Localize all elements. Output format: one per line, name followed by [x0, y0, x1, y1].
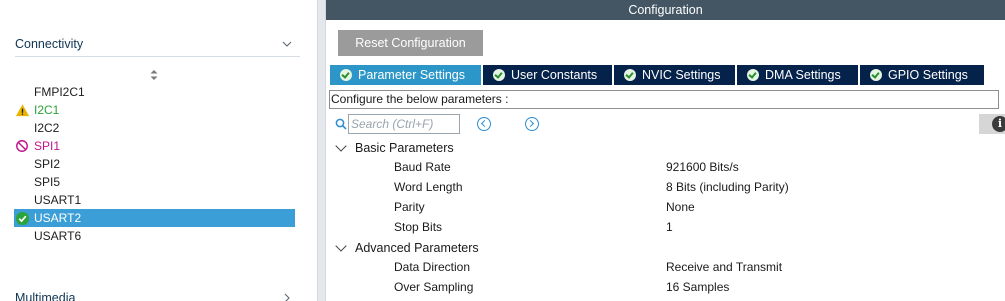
check-icon	[747, 69, 759, 81]
peripheral-tree-panel: Connectivity FMPI2C1 I2C1 I2C2 SPI1 SPI2…	[0, 0, 317, 301]
peripheral-label: USART6	[34, 229, 82, 243]
configuration-panel: Configuration Reset Configuration Parame…	[326, 0, 1005, 301]
configuration-title: Configuration	[326, 0, 1005, 20]
param-name: Stop Bits	[394, 220, 443, 234]
tab-label: GPIO Settings	[888, 68, 968, 82]
param-row-baud-rate[interactable]: Baud Rate 921600 Bits/s	[326, 158, 1005, 178]
tab-dma-settings[interactable]: DMA Settings	[737, 65, 860, 85]
peripheral-item-spi2[interactable]: SPI2	[14, 155, 295, 173]
peripheral-item-usart2[interactable]: USART2	[14, 209, 295, 227]
tab-user-constants[interactable]: User Constants	[483, 65, 614, 85]
param-name: Data Direction	[394, 260, 471, 274]
param-value: 16 Samples	[666, 280, 730, 294]
peripheral-label: I2C2	[34, 121, 60, 135]
tab-label: NVIC Settings	[642, 68, 721, 82]
param-value: 921600 Bits/s	[666, 160, 739, 174]
group-basic-parameters[interactable]: Basic Parameters	[334, 139, 454, 157]
settings-tab-bar: Parameter Settings User Constants NVIC S…	[330, 65, 984, 85]
peripheral-item-spi1[interactable]: SPI1	[14, 137, 295, 155]
param-row-stop-bits[interactable]: Stop Bits 1	[326, 218, 1005, 238]
tab-label: Parameter Settings	[358, 68, 465, 82]
previous-match-icon[interactable]	[477, 117, 491, 131]
chevron-down-icon	[335, 240, 347, 252]
panel-splitter[interactable]	[317, 0, 326, 301]
peripheral-item-i2c2[interactable]: I2C2	[14, 119, 295, 137]
chevron-down-icon	[282, 41, 292, 47]
param-name: Word Length	[394, 180, 463, 194]
check-circle-icon	[14, 210, 30, 226]
info-button[interactable]: i	[979, 114, 1005, 134]
check-icon	[870, 69, 882, 81]
reset-configuration-button[interactable]: Reset Configuration	[338, 30, 483, 56]
blocked-icon	[14, 138, 30, 154]
peripheral-item-usart1[interactable]: USART1	[14, 191, 295, 209]
warning-icon	[14, 102, 30, 118]
tab-gpio-settings[interactable]: GPIO Settings	[860, 65, 984, 85]
tab-parameter-settings[interactable]: Parameter Settings	[330, 65, 483, 85]
category-connectivity[interactable]: Connectivity	[15, 35, 300, 57]
param-value: None	[666, 200, 695, 214]
peripheral-item-fmpi2c1[interactable]: FMPI2C1	[14, 83, 295, 101]
check-icon	[624, 69, 636, 81]
peripheral-label: SPI2	[34, 157, 61, 171]
param-row-word-length[interactable]: Word Length 8 Bits (including Parity)	[326, 178, 1005, 198]
group-label: Advanced Parameters	[355, 241, 479, 255]
check-icon	[340, 69, 352, 81]
info-icon: i	[992, 116, 1005, 132]
info-message: Configure the below parameters :	[329, 90, 999, 109]
peripheral-label: USART2	[34, 211, 82, 225]
peripheral-label: SPI5	[34, 175, 61, 189]
sort-icon[interactable]	[149, 69, 159, 81]
tab-label: DMA Settings	[765, 68, 841, 82]
param-row-over-sampling[interactable]: Over Sampling 16 Samples	[326, 278, 1005, 298]
chevron-right-icon	[284, 293, 290, 301]
param-name: Baud Rate	[394, 160, 451, 174]
param-name: Parity	[394, 200, 425, 214]
chevron-down-icon	[335, 140, 347, 152]
search-input[interactable]	[348, 114, 460, 134]
check-icon	[493, 69, 505, 81]
group-advanced-parameters[interactable]: Advanced Parameters	[334, 239, 479, 257]
tab-label: User Constants	[511, 68, 598, 82]
next-match-icon[interactable]	[525, 117, 539, 131]
peripheral-label: SPI1	[34, 139, 61, 153]
peripheral-item-usart6[interactable]: USART6	[14, 227, 295, 245]
tab-nvic-settings[interactable]: NVIC Settings	[614, 65, 737, 85]
category-multimedia[interactable]: Multimedia	[15, 288, 300, 301]
peripheral-item-i2c1[interactable]: I2C1	[14, 101, 295, 119]
group-label: Basic Parameters	[355, 141, 454, 155]
category-multimedia-label: Multimedia	[15, 291, 76, 301]
peripheral-item-spi5[interactable]: SPI5	[14, 173, 295, 191]
param-row-data-direction[interactable]: Data Direction Receive and Transmit	[326, 258, 1005, 278]
param-row-parity[interactable]: Parity None	[326, 198, 1005, 218]
category-connectivity-label: Connectivity	[15, 36, 84, 51]
search-icon	[335, 118, 347, 130]
peripheral-label: I2C1	[34, 103, 60, 117]
peripheral-label: USART1	[34, 193, 82, 207]
param-value: Receive and Transmit	[666, 260, 783, 274]
param-value: 8 Bits (including Parity)	[666, 180, 789, 194]
param-name: Over Sampling	[394, 280, 474, 294]
peripheral-label: FMPI2C1	[34, 85, 85, 99]
param-value: 1	[666, 220, 673, 234]
